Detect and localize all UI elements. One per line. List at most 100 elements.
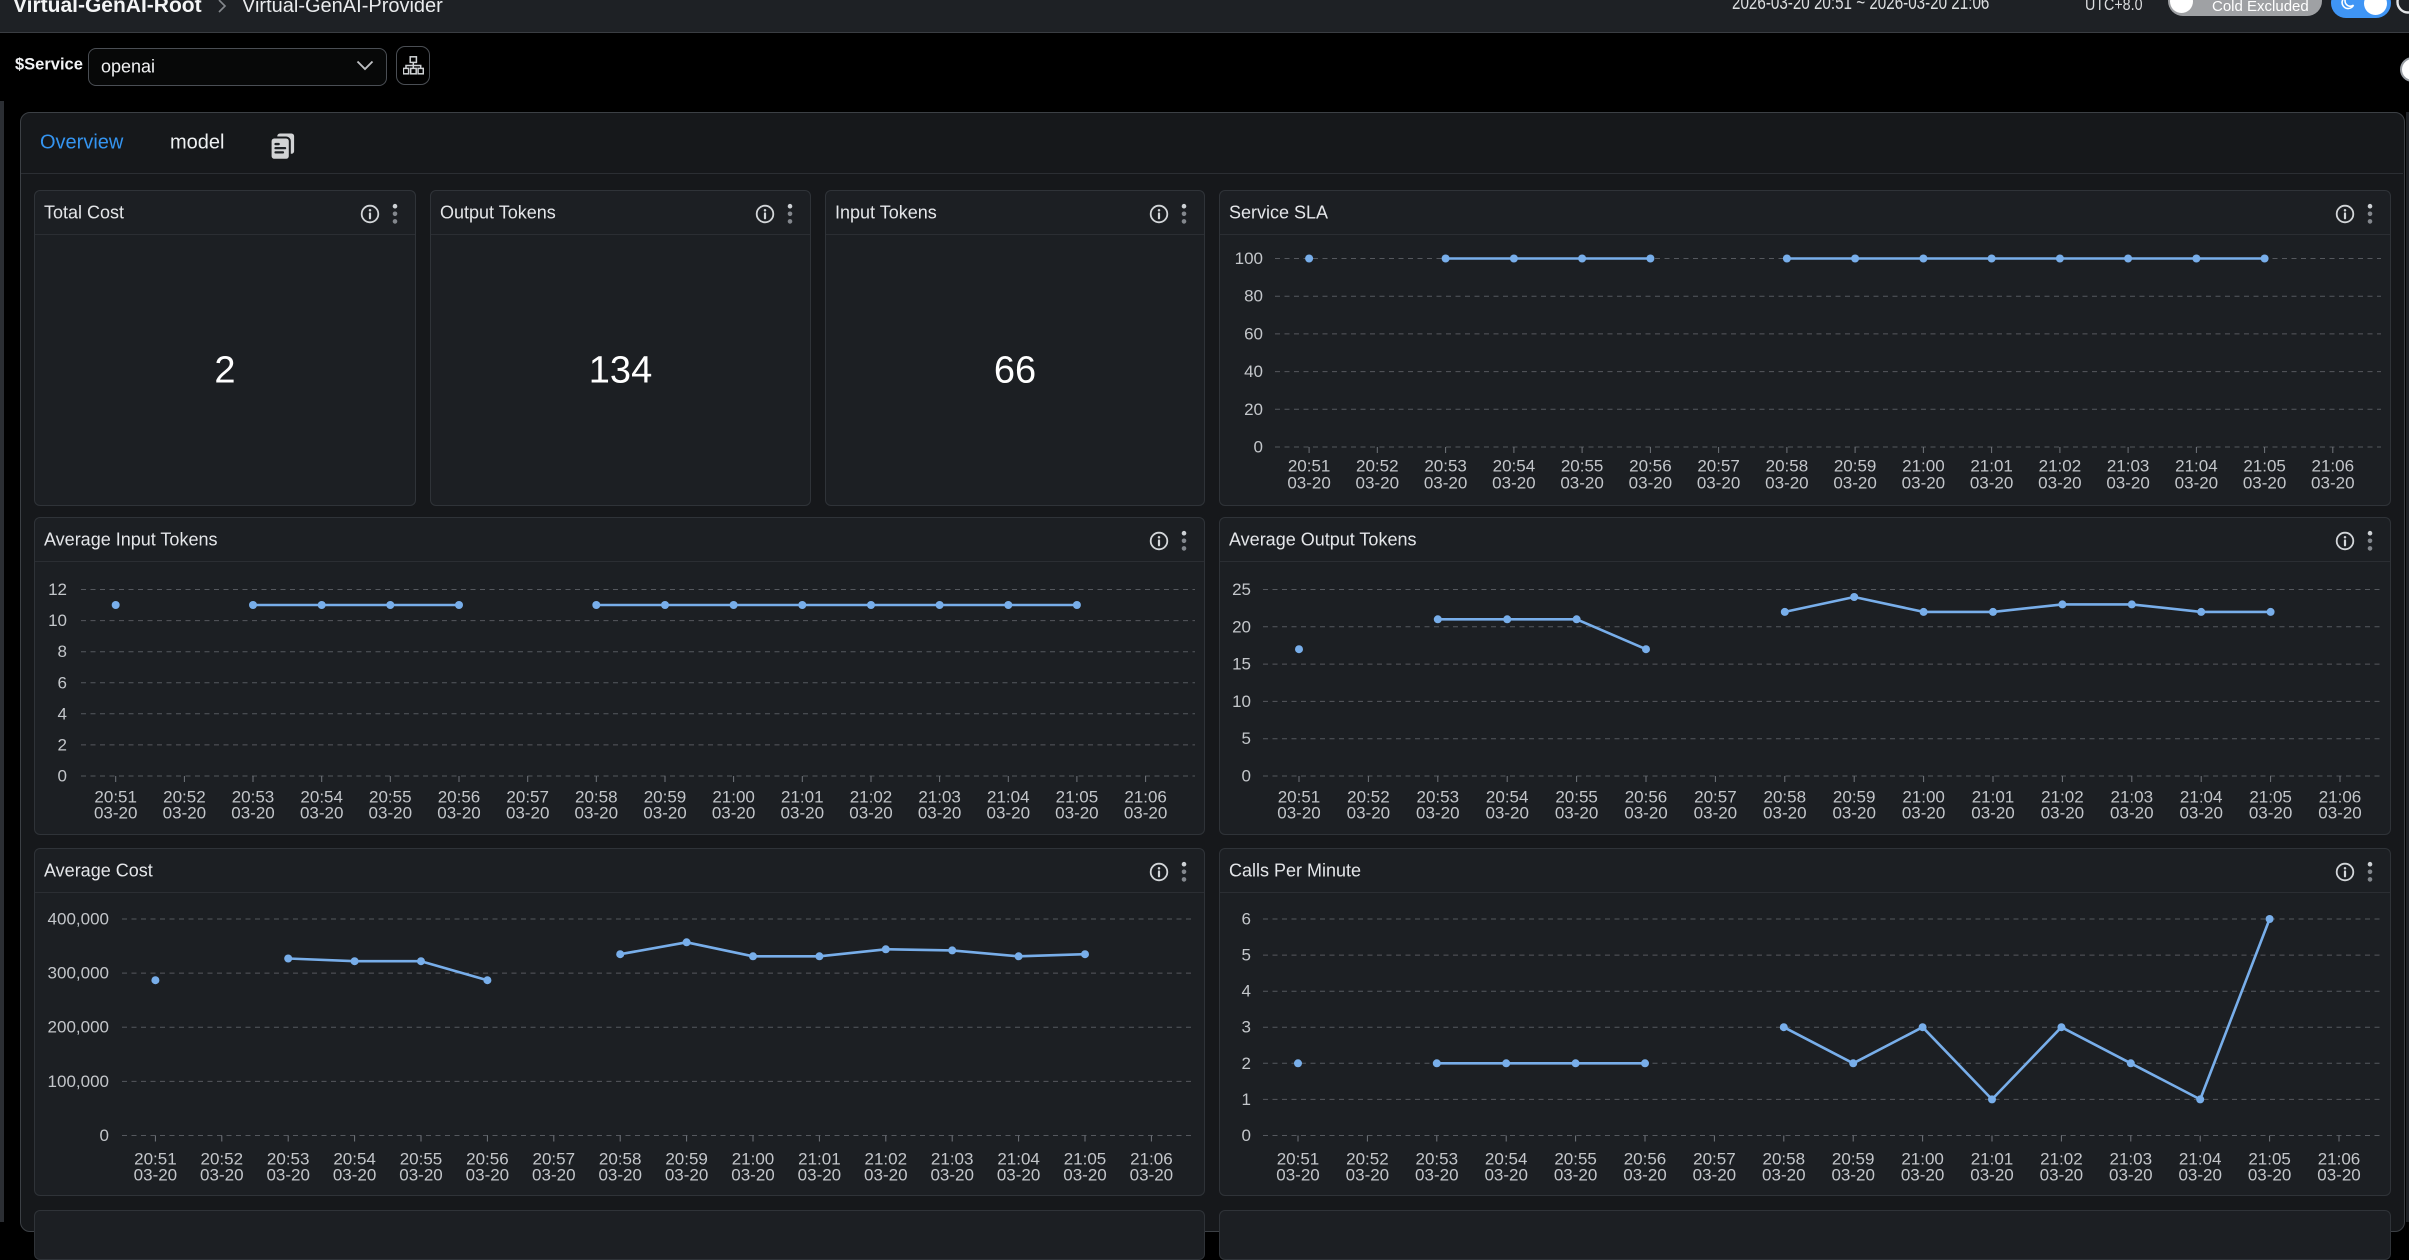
svg-text:40: 40 [1244,362,1263,381]
svg-text:03-20: 03-20 [598,1166,641,1185]
svg-text:03-20: 03-20 [1902,474,1945,493]
svg-text:03-20: 03-20 [1415,1166,1458,1185]
svg-text:4: 4 [1242,982,1251,1001]
svg-text:03-20: 03-20 [1765,474,1808,493]
svg-text:03-20: 03-20 [266,1166,309,1185]
svg-text:0: 0 [1242,1126,1251,1145]
svg-text:03-20: 03-20 [2311,474,2354,493]
svg-text:03-20: 03-20 [864,1166,907,1185]
svg-text:03-20: 03-20 [1124,804,1167,823]
svg-text:3: 3 [1242,1018,1251,1037]
svg-text:20: 20 [1232,617,1251,636]
svg-text:03-20: 03-20 [930,1166,973,1185]
svg-text:10: 10 [48,611,67,630]
svg-text:03-20: 03-20 [1484,1166,1527,1185]
svg-text:0: 0 [100,1126,109,1145]
svg-text:12: 12 [48,580,67,599]
svg-text:03-20: 03-20 [1416,804,1459,823]
svg-text:20: 20 [1244,400,1263,419]
svg-text:03-20: 03-20 [1833,474,1876,493]
svg-text:03-20: 03-20 [2318,804,2361,823]
svg-text:03-20: 03-20 [918,804,961,823]
svg-text:03-20: 03-20 [1762,1166,1805,1185]
svg-text:5: 5 [1242,946,1251,965]
svg-text:03-20: 03-20 [1492,474,1535,493]
svg-text:03-20: 03-20 [1063,1166,1106,1185]
svg-text:03-20: 03-20 [300,804,343,823]
svg-text:03-20: 03-20 [1055,804,1098,823]
svg-text:03-20: 03-20 [2178,1166,2221,1185]
svg-text:03-20: 03-20 [1694,804,1737,823]
svg-text:03-20: 03-20 [200,1166,243,1185]
svg-text:03-20: 03-20 [849,804,892,823]
svg-text:2: 2 [1242,1054,1251,1073]
svg-text:03-20: 03-20 [997,1166,1040,1185]
svg-text:03-20: 03-20 [466,1166,509,1185]
svg-text:03-20: 03-20 [1971,804,2014,823]
svg-text:15: 15 [1232,655,1251,674]
svg-text:03-20: 03-20 [1763,804,1806,823]
svg-text:03-20: 03-20 [2109,1166,2152,1185]
svg-text:03-20: 03-20 [1347,804,1390,823]
svg-text:03-20: 03-20 [781,804,824,823]
svg-text:03-20: 03-20 [2041,804,2084,823]
svg-text:03-20: 03-20 [532,1166,575,1185]
svg-text:03-20: 03-20 [1555,804,1598,823]
svg-text:03-20: 03-20 [2248,1166,2291,1185]
svg-text:100: 100 [1235,249,1263,268]
svg-text:03-20: 03-20 [1831,1166,1874,1185]
svg-text:03-20: 03-20 [712,804,755,823]
svg-text:03-20: 03-20 [575,804,618,823]
svg-text:0: 0 [58,767,67,786]
svg-text:03-20: 03-20 [1276,1166,1319,1185]
svg-text:03-20: 03-20 [506,804,549,823]
svg-text:03-20: 03-20 [2243,474,2286,493]
svg-text:03-20: 03-20 [1629,474,1672,493]
svg-text:03-20: 03-20 [163,804,206,823]
svg-text:03-20: 03-20 [1554,1166,1597,1185]
svg-text:200,000: 200,000 [48,1018,109,1037]
svg-text:60: 60 [1244,324,1263,343]
svg-text:400,000: 400,000 [48,910,109,929]
svg-text:03-20: 03-20 [643,804,686,823]
svg-text:4: 4 [58,704,67,723]
svg-text:80: 80 [1244,287,1263,306]
svg-text:03-20: 03-20 [2106,474,2149,493]
svg-text:25: 25 [1232,580,1251,599]
svg-text:03-20: 03-20 [437,804,480,823]
svg-text:03-20: 03-20 [1697,474,1740,493]
svg-text:03-20: 03-20 [134,1166,177,1185]
svg-text:03-20: 03-20 [665,1166,708,1185]
svg-text:03-20: 03-20 [1277,804,1320,823]
svg-text:03-20: 03-20 [1287,474,1330,493]
svg-text:03-20: 03-20 [987,804,1030,823]
svg-text:03-20: 03-20 [369,804,412,823]
svg-text:03-20: 03-20 [1560,474,1603,493]
svg-text:6: 6 [58,673,67,692]
svg-text:5: 5 [1242,729,1251,748]
svg-text:0: 0 [1254,438,1263,457]
svg-text:6: 6 [1242,910,1251,929]
svg-text:03-20: 03-20 [1624,804,1667,823]
svg-text:03-20: 03-20 [2175,474,2218,493]
svg-text:03-20: 03-20 [2317,1166,2360,1185]
svg-text:03-20: 03-20 [2110,804,2153,823]
svg-text:03-20: 03-20 [2038,474,2081,493]
svg-text:03-20: 03-20 [1424,474,1467,493]
svg-text:0: 0 [1242,767,1251,786]
svg-text:1: 1 [1242,1090,1251,1109]
svg-text:03-20: 03-20 [94,804,137,823]
svg-text:03-20: 03-20 [2249,804,2292,823]
svg-text:03-20: 03-20 [2179,804,2222,823]
svg-text:03-20: 03-20 [1970,1166,2013,1185]
svg-text:03-20: 03-20 [399,1166,442,1185]
svg-text:100,000: 100,000 [48,1072,109,1091]
svg-text:03-20: 03-20 [2040,1166,2083,1185]
svg-text:03-20: 03-20 [1693,1166,1736,1185]
svg-text:03-20: 03-20 [1623,1166,1666,1185]
svg-text:03-20: 03-20 [231,804,274,823]
svg-text:03-20: 03-20 [1130,1166,1173,1185]
svg-text:03-20: 03-20 [731,1166,774,1185]
svg-text:03-20: 03-20 [333,1166,376,1185]
svg-text:2: 2 [58,735,67,754]
